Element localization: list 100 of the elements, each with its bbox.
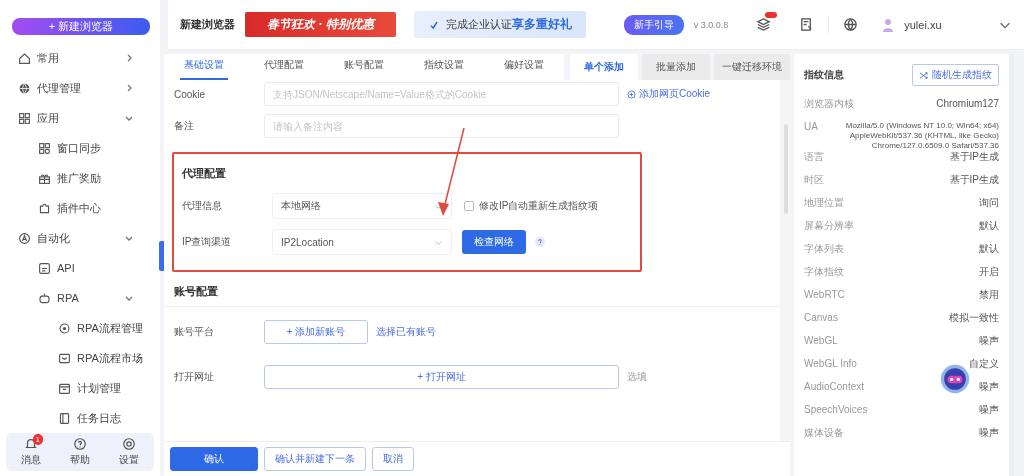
- sidebar-item[interactable]: 任务日志: [12, 403, 150, 433]
- cancel-button[interactable]: 取消: [372, 447, 414, 471]
- bell-icon: [23, 437, 38, 451]
- settings-icon: [122, 437, 137, 451]
- info-value: 基于IP生成: [949, 174, 999, 187]
- section-tab[interactable]: 账号配置: [340, 58, 388, 80]
- help-icon[interactable]: [534, 236, 546, 248]
- sidebar-item[interactable]: RPA流程管理: [12, 313, 150, 343]
- robot-assistant-icon[interactable]: [940, 364, 970, 394]
- gear-icon: [58, 321, 71, 335]
- add-account-button[interactable]: + 添加新账号: [264, 320, 368, 344]
- section-tab[interactable]: 偏好设置: [500, 58, 548, 80]
- help-icon: [73, 437, 87, 451]
- mode-tab[interactable]: 批量添加: [642, 54, 710, 80]
- info-label: UA: [804, 121, 818, 134]
- info-value: Mozilla/5.0 (Windows NT 10.0; Win64; x64) AppleWebKit/537.36 (KHTML, like Gecko) Chrome/127.0.6509.0 Safari/537.36: [844, 121, 999, 151]
- bottom-nav-button[interactable]: 帮助: [70, 437, 90, 467]
- info-label: WebGL: [804, 335, 838, 348]
- bottom-nav-button[interactable]: 消息 1: [20, 437, 41, 467]
- ip-channel-select[interactable]: IP2Location: [272, 229, 452, 255]
- sidebar-item[interactable]: 常用: [12, 43, 150, 73]
- field-label: 代理信息: [182, 199, 223, 213]
- info-value: 默认: [979, 243, 999, 256]
- page-title: 新建浏览器: [180, 17, 235, 32]
- globe-icon[interactable]: [843, 17, 859, 32]
- windows-icon: [38, 141, 51, 155]
- info-value: 默认: [979, 220, 999, 233]
- info-value: 询问: [979, 197, 999, 210]
- sidebar-item[interactable]: 代理管理: [12, 73, 150, 103]
- regenerate-checkbox[interactable]: 修改IP自动重新生成指纹项: [464, 199, 599, 213]
- confirm-next-button[interactable]: 确认并新建下一条: [264, 447, 366, 471]
- globe-icon: [18, 81, 31, 95]
- plus-icon: [627, 89, 636, 99]
- field-label: IP查询渠道: [182, 235, 233, 249]
- proxy-select[interactable]: 本地网络: [272, 193, 452, 219]
- field-label: Cookie: [174, 88, 207, 100]
- api-icon: [38, 261, 51, 275]
- info-value: Chromium127: [936, 98, 999, 111]
- select-account-link[interactable]: 选择已有账号: [376, 325, 436, 339]
- layers-icon[interactable]: [756, 17, 772, 32]
- section-tab[interactable]: 指纹设置: [420, 58, 468, 80]
- sidebar-item[interactable]: 窗口同步: [12, 133, 150, 163]
- info-label: AudioContext: [804, 381, 865, 394]
- mode-tab[interactable]: 一键迁移环境: [714, 54, 790, 80]
- gift-icon: [38, 171, 51, 185]
- info-value: 噪声: [979, 427, 999, 440]
- section-title: 代理配置: [182, 165, 227, 181]
- info-value: 噪声: [979, 381, 999, 394]
- guide-badge[interactable]: 新手引导: [623, 14, 684, 35]
- calendar-icon: [58, 381, 71, 395]
- user-menu[interactable]: yulei.xu: [880, 16, 942, 33]
- open-url-button[interactable]: + 打开网址: [264, 365, 619, 389]
- sidebar-item[interactable]: 插件中心: [12, 193, 150, 223]
- promo-banner[interactable]: 春节狂欢 · 特别优惠: [245, 12, 396, 37]
- info-label: 媒体设备: [804, 427, 844, 440]
- info-label: 语言: [804, 151, 824, 164]
- circle-a-icon: [18, 231, 31, 245]
- info-value: 禁用: [979, 289, 999, 302]
- certification-banner[interactable]: 完成企业认证享多重好礼: [413, 11, 586, 38]
- info-label: 屏幕分辨率: [804, 220, 854, 233]
- sidebar-item[interactable]: RPA流程市场: [12, 343, 150, 373]
- section-title: 账号配置: [174, 283, 219, 299]
- new-browser-button[interactable]: + 新建浏览器: [12, 18, 150, 35]
- log-icon: [58, 411, 71, 425]
- monitor-icon: [58, 351, 71, 365]
- shuffle-icon: [919, 70, 928, 80]
- field-label: 账号平台: [174, 325, 215, 339]
- random-fingerprint-button[interactable]: 随机生成指纹: [912, 64, 999, 86]
- info-label: 字体指纹: [804, 266, 844, 279]
- info-label: 字体列表: [804, 243, 844, 256]
- optional-hint: 选填: [627, 370, 647, 384]
- info-label: 地理位置: [804, 197, 844, 210]
- sidebar-item[interactable]: API: [12, 253, 150, 283]
- sidebar-item[interactable]: 计划管理: [12, 373, 150, 403]
- info-label: 浏览器内核: [804, 98, 854, 111]
- info-label: WebGL Info: [804, 358, 857, 371]
- checkbox[interactable]: [464, 201, 474, 211]
- info-value: 噪声: [979, 404, 999, 417]
- bottom-nav-button[interactable]: 设置: [119, 437, 140, 467]
- info-label: Canvas: [804, 312, 838, 325]
- info-label: 时区: [804, 174, 824, 187]
- panel-title: 指纹信息: [804, 68, 844, 82]
- check-network-button[interactable]: 检查网络: [462, 230, 526, 254]
- sidebar-item[interactable]: 自动化: [12, 223, 150, 253]
- info-label: SpeechVoices: [804, 404, 868, 417]
- section-tab[interactable]: 基础设置: [180, 58, 228, 80]
- section-tab[interactable]: 代理配置: [260, 58, 308, 80]
- confirm-button[interactable]: 确认: [170, 447, 258, 471]
- sidebar-item[interactable]: RPA: [12, 283, 150, 313]
- sidebar-item[interactable]: 应用: [12, 103, 150, 133]
- mode-tab[interactable]: 单个添加: [570, 54, 638, 80]
- info-value: 基于IP生成: [949, 151, 999, 164]
- version-label: v 3.0.0.8: [693, 19, 729, 30]
- add-cookie-link[interactable]: 添加网页Cookie: [627, 87, 711, 101]
- home-icon: [18, 51, 31, 65]
- info-value: 模拟一致性: [949, 312, 999, 325]
- info-value: 自定义: [969, 358, 999, 371]
- info-value: 噪声: [979, 335, 999, 348]
- sidebar-item[interactable]: 推广奖励: [12, 163, 150, 193]
- robot-icon: [38, 291, 51, 305]
